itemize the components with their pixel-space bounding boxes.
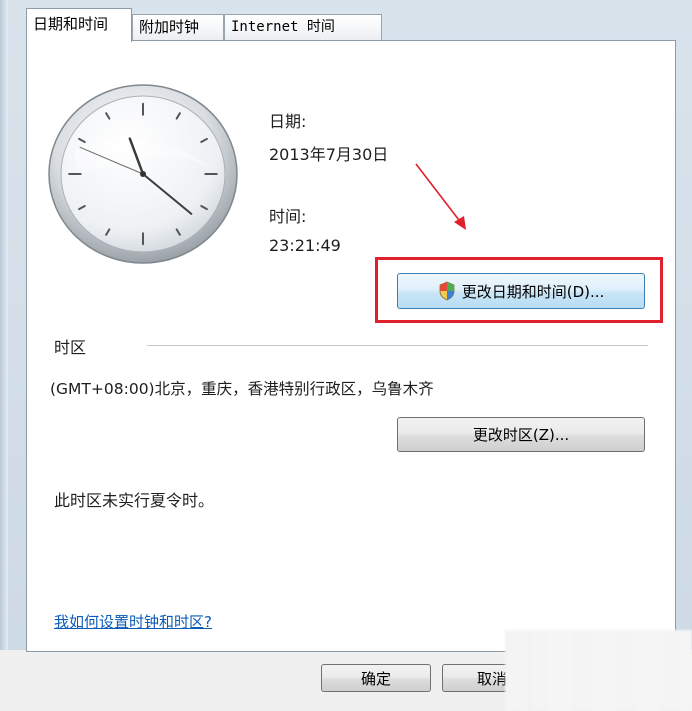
window-left-edge bbox=[0, 0, 8, 711]
blur-overlay bbox=[505, 630, 692, 711]
highlight-box-annotation bbox=[375, 257, 663, 323]
time-label: 时间: bbox=[269, 207, 307, 226]
tab-internet-time[interactable]: Internet 时间 bbox=[224, 14, 382, 40]
timezone-heading: 时区 bbox=[54, 338, 87, 357]
ok-button[interactable]: 确定 bbox=[321, 664, 431, 692]
timezone-divider bbox=[147, 345, 648, 346]
red-arrow-annotation bbox=[415, 163, 466, 230]
dst-note: 此时区未实行夏令时。 bbox=[54, 491, 215, 510]
date-label: 日期: bbox=[269, 112, 307, 131]
timezone-value: (GMT+08:00)北京，重庆，香港特别行政区，乌鲁木齐 bbox=[50, 380, 434, 398]
change-timezone-button[interactable]: 更改时区(Z)... bbox=[397, 417, 645, 452]
analog-clock-icon bbox=[48, 84, 238, 264]
tab-date-and-time[interactable]: 日期和时间 bbox=[26, 8, 132, 42]
date-value: 2013年7月30日 bbox=[269, 145, 389, 164]
time-value: 23:21:49 bbox=[269, 236, 341, 255]
help-link[interactable]: 我如何设置时钟和时区? bbox=[54, 611, 212, 632]
tab-additional-clocks[interactable]: 附加时钟 bbox=[132, 14, 224, 40]
